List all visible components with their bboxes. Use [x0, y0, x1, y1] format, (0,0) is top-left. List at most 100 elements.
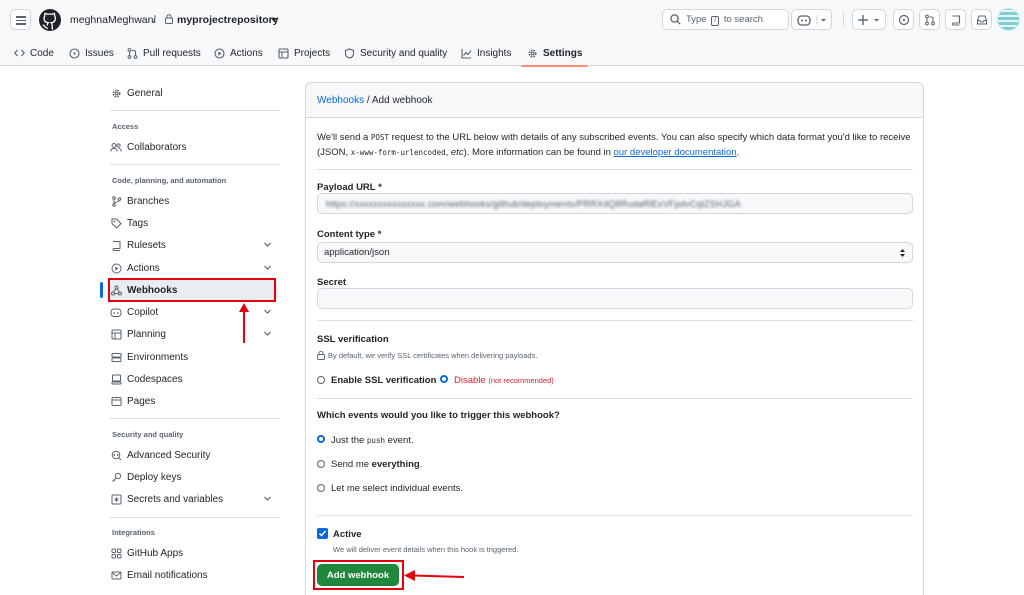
copilot-button[interactable] [791, 9, 832, 30]
header-divider [843, 12, 844, 27]
repo-switcher-chevron-icon[interactable] [271, 18, 277, 22]
secret-label: Secret [317, 277, 347, 288]
tag-icon [110, 217, 122, 229]
form-breadcrumb: Webhooks / Add webhook [317, 95, 433, 106]
sidebar-item-branches[interactable]: Branches [110, 191, 278, 211]
search-input[interactable]: Type / to search [662, 9, 789, 30]
secret-input[interactable] [317, 288, 913, 309]
form-divider [317, 320, 913, 321]
sidebar-item-environments[interactable]: Environments [110, 347, 278, 367]
events-label: Which events would you like to trigger t… [317, 410, 560, 421]
select-arrows-icon [900, 249, 905, 257]
pull-requests-button[interactable] [919, 9, 940, 30]
sidebar-divider [110, 110, 280, 111]
issues-button[interactable] [893, 9, 914, 30]
tab-security[interactable]: Security and quality [344, 40, 447, 66]
check-icon [318, 530, 327, 537]
browser-icon [110, 395, 122, 407]
content-type-select[interactable]: application/json [317, 242, 913, 263]
event-push-label[interactable]: Just the push event. [331, 435, 414, 446]
form-divider [317, 398, 913, 399]
repo-owner-link[interactable]: meghnaMeghwani [70, 13, 156, 27]
developer-docs-link[interactable]: our developer documentation [614, 147, 737, 158]
sidebar-item-codespaces[interactable]: Codespaces [110, 369, 278, 389]
tab-pull-requests[interactable]: Pull requests [127, 40, 201, 66]
tab-issues[interactable]: Issues [69, 40, 114, 66]
sidebar-item-deploy-keys[interactable]: Deploy keys [110, 467, 278, 487]
tab-code[interactable]: Code [14, 40, 54, 66]
chevron-down-icon [264, 242, 271, 247]
sidebar-divider [110, 517, 280, 518]
key-asterisk-icon [110, 493, 122, 505]
code-icon [14, 48, 25, 58]
chevron-down-icon [264, 265, 271, 270]
git-pull-request-icon [924, 14, 935, 25]
active-note: We will deliver event details when this … [333, 545, 519, 554]
sidebar-item-tags[interactable]: Tags [110, 213, 278, 233]
sidebar-item-collaborators[interactable]: Collaborators [110, 137, 278, 157]
ssl-enable-label[interactable]: Enable SSL verification [331, 375, 436, 386]
breadcrumb-separator: / [153, 14, 156, 26]
event-everything-label[interactable]: Send me everything. [331, 459, 422, 470]
tab-insights[interactable]: Insights [461, 40, 511, 66]
sidebar-item-rulesets[interactable]: Rulesets [110, 235, 278, 255]
inbox-button[interactable] [971, 9, 992, 30]
ssl-disable-radio[interactable] [440, 375, 448, 383]
shield-icon [344, 47, 355, 59]
tab-actions[interactable]: Actions [214, 40, 263, 66]
payload-url-value: https://xxxxxxxxxxxxxxx.com/webhooks/git… [326, 199, 741, 209]
plus-icon [858, 14, 879, 25]
sidebar-item-github-apps[interactable]: GitHub Apps [110, 543, 278, 563]
github-logo-icon[interactable] [39, 9, 61, 31]
copilot-icon [110, 306, 122, 318]
tab-projects[interactable]: Projects [278, 40, 330, 66]
webhooks-breadcrumb-link[interactable]: Webhooks [317, 95, 364, 106]
sidebar-item-copilot[interactable]: Copilot [110, 302, 278, 322]
payload-url-input[interactable]: https://xxxxxxxxxxxxxxx.com/webhooks/git… [317, 193, 913, 214]
event-select-label[interactable]: Let me select individual events. [331, 483, 463, 494]
play-icon [110, 262, 122, 274]
sidebar-divider [110, 164, 280, 165]
apps-icon [110, 547, 122, 559]
sidebar-item-email-notifications[interactable]: Email notifications [110, 565, 278, 585]
menu-icon[interactable] [10, 9, 31, 30]
repo-name-link[interactable]: myprojectrepository [177, 13, 279, 27]
search-icon [670, 14, 681, 25]
sidebar-item-pages[interactable]: Pages [110, 391, 278, 411]
event-select-radio[interactable] [317, 484, 325, 492]
content-type-value: application/json [324, 247, 390, 258]
annotation-arrow-up-icon [239, 303, 249, 343]
search-placeholder: Type / to search [686, 14, 763, 26]
gear-icon [110, 87, 122, 99]
form-description: We'll send a POST request to the URL bel… [317, 132, 911, 158]
webhooks-highlight-annotation [108, 278, 276, 302]
copilot-icon [796, 14, 826, 26]
sidebar-item-advanced-security[interactable]: Advanced Security [110, 445, 278, 465]
repositories-button[interactable] [945, 9, 966, 30]
table-icon [110, 328, 122, 340]
ssl-verification-label: SSL verification [317, 334, 389, 345]
sidebar-heading-access: Access [112, 122, 139, 131]
git-pull-request-icon [127, 47, 138, 59]
chevron-down-icon [264, 496, 271, 501]
event-push-radio[interactable] [317, 435, 325, 443]
ssl-disable-label[interactable]: Disable (not recommended) [454, 375, 554, 386]
create-new-button[interactable] [852, 9, 886, 30]
ssl-enable-radio[interactable] [317, 376, 325, 384]
sidebar-item-general[interactable]: General [110, 83, 278, 103]
table-icon [278, 47, 289, 59]
active-label[interactable]: Active [333, 529, 362, 540]
sidebar-item-secrets[interactable]: Secrets and variables [110, 489, 278, 509]
event-everything-radio[interactable] [317, 460, 325, 468]
sidebar-item-actions[interactable]: Actions [110, 258, 278, 278]
page-title: Add webhook [371, 95, 433, 106]
active-checkbox[interactable] [317, 528, 328, 539]
gear-icon [527, 48, 538, 59]
form-divider [317, 169, 913, 170]
add-webhook-button[interactable]: Add webhook [317, 564, 399, 586]
graph-icon [461, 48, 472, 59]
user-avatar[interactable] [997, 8, 1020, 31]
sidebar-item-planning[interactable]: Planning [110, 324, 278, 344]
ssl-note: By default, we verify SSL certificates w… [317, 351, 537, 360]
tab-settings[interactable]: Settings [520, 40, 589, 67]
